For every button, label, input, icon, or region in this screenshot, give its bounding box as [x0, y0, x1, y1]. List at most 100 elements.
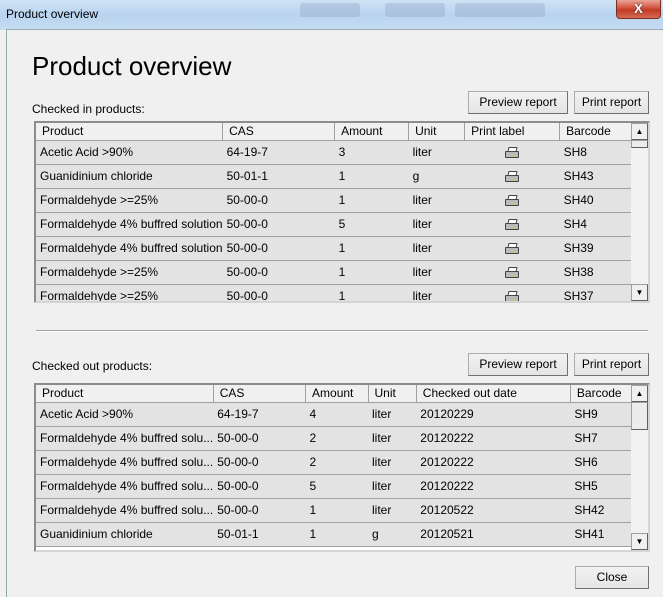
background-blur: [300, 3, 360, 17]
print-label-cell[interactable]: [464, 188, 560, 213]
print-label-cell[interactable]: [464, 260, 560, 285]
checked-out-scrollbar[interactable]: ▲ ▼: [631, 385, 648, 550]
amount-cell: 5: [305, 474, 369, 499]
checked-out-date-cell: 20120229: [416, 402, 571, 427]
product-cell: Acetic Acid >90%: [36, 140, 223, 165]
column-header-checked-out-date[interactable]: Checked out date: [416, 385, 571, 403]
cas-cell: 50-00-0: [222, 212, 335, 237]
unit-cell: liter: [368, 402, 417, 427]
print-label-cell[interactable]: [464, 212, 560, 237]
checked-out-date-cell: 20120222: [416, 450, 571, 475]
print-label-cell[interactable]: [464, 284, 560, 301]
checked-out-print-report-button[interactable]: Print report: [574, 353, 649, 376]
section-divider: [36, 330, 648, 332]
product-cell: Guanidinium chloride: [36, 164, 223, 189]
table-row[interactable]: Formaldehyde 4% buffred solution 50-00-0 5…: [36, 212, 632, 237]
cas-cell: 64-19-7: [222, 140, 335, 165]
close-button[interactable]: Close: [575, 566, 649, 589]
printer-icon[interactable]: [504, 266, 520, 279]
barcode-cell: SH40: [559, 188, 632, 213]
column-header-cas[interactable]: CAS: [222, 123, 336, 141]
unit-cell: liter: [368, 498, 417, 523]
table-row[interactable]: Formaldehyde 4% buffred solu... 50-00-0 2 l…: [36, 450, 648, 475]
unit-cell: liter: [408, 284, 465, 301]
printer-icon[interactable]: [504, 170, 520, 183]
table-row[interactable]: Formaldehyde 4% buffred solu... 50-00-0 2 l…: [36, 426, 648, 451]
printer-icon[interactable]: [504, 218, 520, 231]
column-header-unit[interactable]: Unit: [408, 123, 466, 141]
scroll-down-button[interactable]: ▼: [631, 284, 648, 301]
table-row[interactable]: Formaldehyde 4% buffred solution 50-00-0 1…: [36, 236, 632, 261]
amount-cell: 1: [334, 188, 409, 213]
print-label-cell[interactable]: [464, 164, 560, 189]
amount-cell: 1: [305, 522, 369, 547]
checked-out-preview-report-button[interactable]: Preview report: [468, 353, 568, 376]
table-row[interactable]: Guanidinium chloride 50-01-1 1 g 20120521 SH4…: [36, 522, 648, 547]
printer-icon[interactable]: [504, 290, 520, 301]
unit-cell: liter: [408, 236, 465, 261]
unit-cell: liter: [408, 212, 465, 237]
amount-cell: 2: [305, 426, 369, 451]
checked-out-date-cell: 20120222: [416, 426, 571, 451]
scroll-down-button[interactable]: ▼: [631, 533, 648, 550]
arrow-down-icon: ▼: [635, 537, 644, 546]
column-header-product[interactable]: Product: [36, 123, 224, 141]
scroll-up-button[interactable]: ▲: [631, 385, 648, 402]
cas-cell: 50-00-0: [213, 474, 306, 499]
checked-out-grid[interactable]: Product CAS Amount Unit Checked out date…: [34, 383, 650, 552]
product-cell: Formaldehyde 4% buffred solu...: [36, 474, 214, 499]
unit-cell: liter: [408, 140, 465, 165]
table-row[interactable]: Formaldehyde 4% buffred solu... 50-00-0 5 l…: [36, 474, 648, 499]
product-cell: Formaldehyde >=25%: [36, 188, 223, 213]
column-header-amount[interactable]: Amount: [305, 385, 369, 403]
table-row[interactable]: Formaldehyde >=25% 50-00-0 1 liter SH40: [36, 188, 632, 213]
amount-cell: 4: [305, 402, 369, 427]
amount-cell: 3: [334, 140, 409, 165]
barcode-cell: SH37: [559, 284, 632, 301]
column-header-product[interactable]: Product: [36, 385, 214, 403]
header-row: Product CAS Amount Unit Checked out date…: [36, 385, 648, 403]
window-title: Product overview: [6, 7, 99, 21]
column-header-unit[interactable]: Unit: [368, 385, 417, 403]
printer-led: [511, 298, 515, 300]
background-blur: [385, 3, 445, 17]
column-header-amount[interactable]: Amount: [334, 123, 410, 141]
print-label-cell[interactable]: [464, 236, 560, 261]
column-header-cas[interactable]: CAS: [213, 385, 307, 403]
cas-cell: 50-00-0: [222, 188, 335, 213]
window-close-button[interactable]: X: [616, 0, 661, 19]
printer-led: [511, 202, 515, 204]
column-header-print-label[interactable]: Print label: [464, 123, 561, 141]
checked-in-label: Checked in products:: [32, 102, 145, 116]
table-row[interactable]: Guanidinium chloride 50-01-1 1 g SH43: [36, 164, 632, 189]
table-row[interactable]: Formaldehyde >=25% 50-00-0 1 liter SH37: [36, 284, 632, 301]
printer-led: [511, 274, 515, 276]
checked-in-scrollbar[interactable]: ▲ ▼: [631, 123, 648, 301]
unit-cell: liter: [408, 188, 465, 213]
checked-in-print-report-button[interactable]: Print report: [574, 91, 649, 114]
column-header-barcode[interactable]: Barcode: [559, 123, 633, 141]
printer-icon[interactable]: [504, 146, 520, 159]
header-row: Product CAS Amount Unit Print label Barc…: [36, 123, 633, 141]
amount-cell: 5: [334, 212, 409, 237]
scroll-up-button[interactable]: ▲: [631, 123, 648, 140]
unit-cell: liter: [368, 450, 417, 475]
cas-cell: 50-00-0: [213, 426, 306, 451]
product-cell: Formaldehyde >=25%: [36, 260, 223, 285]
table-row[interactable]: Formaldehyde >=25% 50-00-0 1 liter SH38: [36, 260, 632, 285]
print-label-cell[interactable]: [464, 140, 560, 165]
scroll-thumb[interactable]: [631, 140, 648, 148]
arrow-up-icon: ▲: [635, 127, 644, 136]
table-row[interactable]: Acetic Acid >90% 64-19-7 4 liter 20120229 SH9: [36, 402, 648, 427]
table-row[interactable]: Formaldehyde 4% buffred solu... 50-00-0 1 l…: [36, 498, 648, 523]
printer-icon[interactable]: [504, 242, 520, 255]
checked-in-preview-report-button[interactable]: Preview report: [468, 91, 568, 114]
product-cell: Formaldehyde >=25%: [36, 284, 223, 301]
checked-in-grid[interactable]: Product CAS Amount Unit Print label Barc…: [34, 121, 650, 303]
scroll-thumb[interactable]: [631, 402, 648, 430]
amount-cell: 1: [334, 260, 409, 285]
unit-cell: liter: [368, 426, 417, 451]
printer-icon[interactable]: [504, 194, 520, 207]
amount-cell: 1: [334, 284, 409, 301]
table-row[interactable]: Acetic Acid >90% 64-19-7 3 liter SH8: [36, 140, 632, 165]
